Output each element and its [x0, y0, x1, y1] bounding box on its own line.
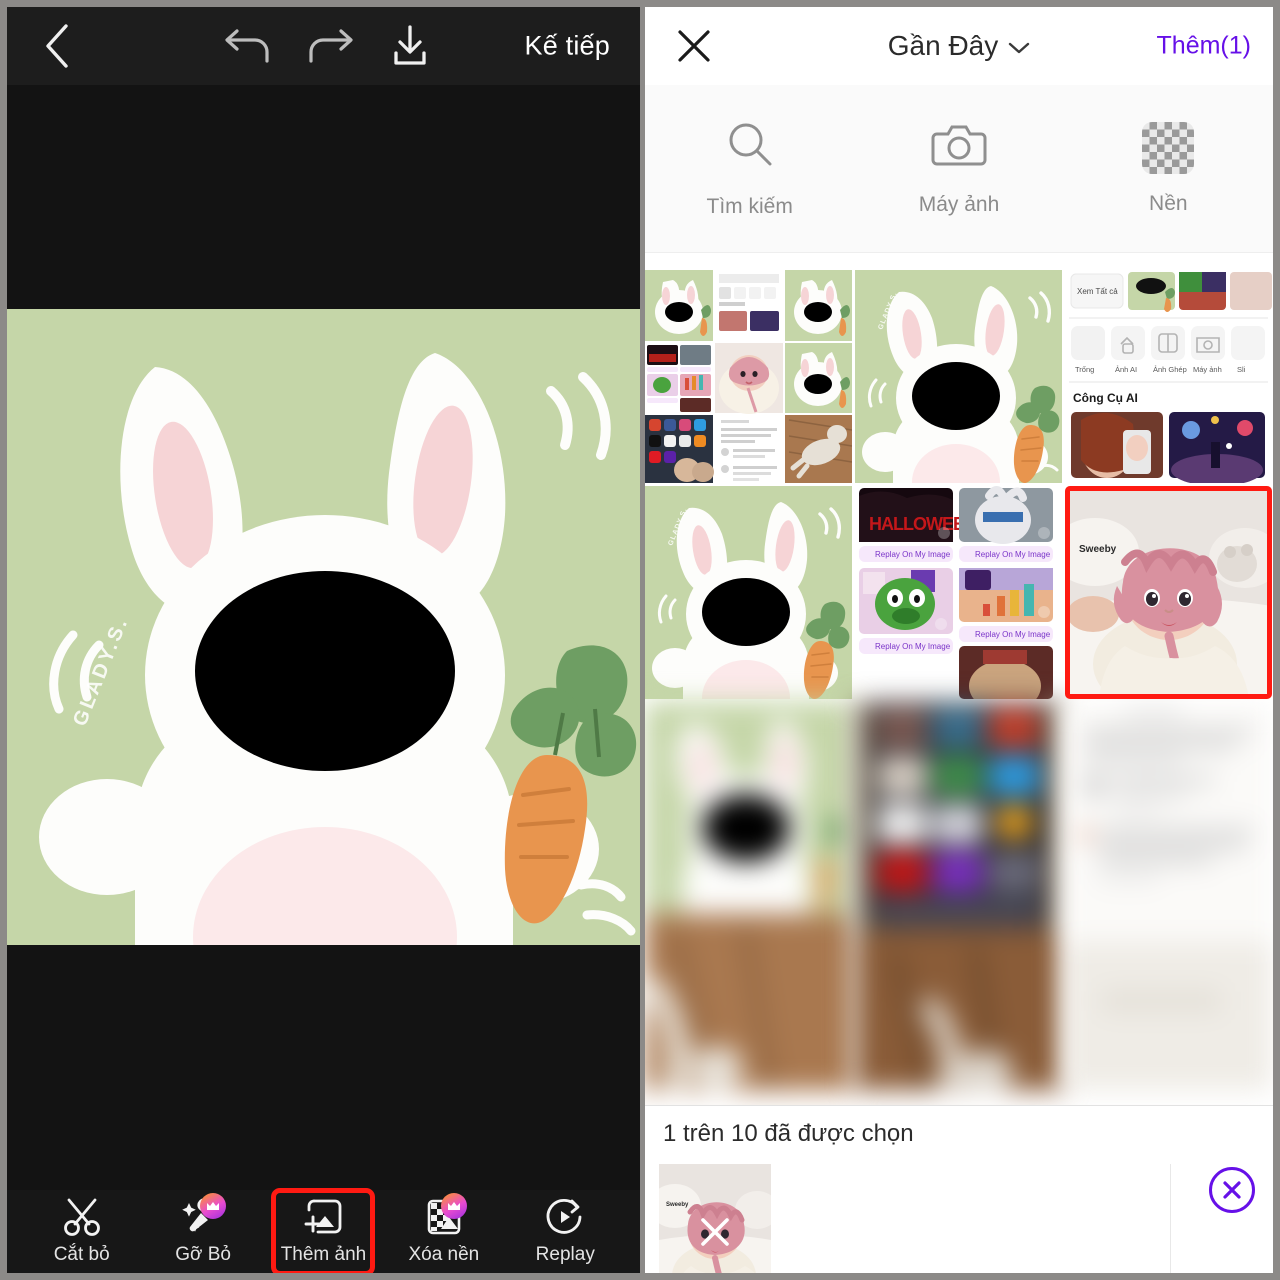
pro-crown-badge — [200, 1193, 227, 1219]
gallery-thumb-bunny-artboard[interactable]: GLADY.S. — [855, 270, 1062, 483]
quick-action-search[interactable]: Tìm kiếm — [645, 118, 854, 219]
gallery-thumb-bunny-artboard-2[interactable]: GLADY.S. — [645, 486, 852, 699]
bunny-illustration — [7, 309, 640, 945]
baby-photo-watermark: Sweeby — [1079, 544, 1117, 555]
gallery-thumb-screenshot-collage-9up[interactable] — [645, 270, 852, 483]
gallery-thumb-baby-photo-selected[interactable]: Sweeby — [1065, 486, 1272, 699]
tool-label: Replay — [535, 1244, 595, 1265]
artboard[interactable]: GLADY.S. — [7, 309, 640, 945]
pro-crown-badge — [440, 1193, 467, 1219]
bunny-thumb-art: GLADY.S. — [855, 270, 1062, 483]
tool-go-bo[interactable]: Gỡ Bỏ — [150, 1193, 256, 1271]
undo-arrow-icon[interactable] — [217, 22, 279, 70]
replay-templates-thumb-art: HALLOWEEN Replay On My Image Replay On M… — [855, 486, 1062, 699]
svg-text:Sli: Sli — [1237, 365, 1246, 374]
tool-them-anh[interactable]: Thêm ảnh — [271, 1187, 376, 1273]
redo-arrow-icon[interactable] — [299, 22, 361, 70]
svg-text:Replay On My Image: Replay On My Image — [875, 550, 951, 559]
selected-thumb[interactable]: Sweeby — [659, 1164, 771, 1273]
tool-label: Thêm ảnh — [280, 1244, 367, 1265]
svg-text:Sweeby: Sweeby — [666, 1202, 689, 1208]
photo-picker-panel: Gần Đây Thêm(1) Tìm kiếm Máy ảnh Nền GLA… — [645, 7, 1273, 1273]
see-all-text: Xem Tất cả — [1077, 287, 1118, 296]
gallery-row — [645, 702, 1273, 1090]
gallery-thumb-ai-tools-screenshot[interactable]: Xem Tất cả Trống Ảnh AI Ảnh Ghép Máy ảnh… — [1065, 270, 1272, 483]
svg-text:Replay On My Image: Replay On My Image — [875, 642, 951, 651]
scissors-icon — [59, 1197, 105, 1237]
remove-bg-icon — [421, 1193, 467, 1237]
blurred-bunny-thumb-art — [645, 702, 852, 1090]
camera-icon — [931, 120, 987, 175]
quick-action-camera[interactable]: Máy ảnh — [854, 120, 1063, 217]
gallery-thumb-document-blurred[interactable] — [1065, 702, 1272, 1090]
gallery-thumb-bunny-blurred[interactable] — [645, 702, 852, 1090]
selection-bar: 1 trên 10 đã được chọn Sweeby — [645, 1105, 1273, 1273]
editor-canvas-area[interactable]: GLADY.S. — [7, 85, 640, 1190]
chevron-down-icon[interactable] — [1008, 30, 1030, 62]
remove-x-icon[interactable] — [698, 1215, 732, 1249]
editor-panel: Kế tiếp GLADY.S. Cắt bỏ Gỡ Bỏ Thêm ảnh X… — [7, 7, 640, 1273]
blurred-document-thumb-art — [1065, 702, 1272, 1090]
gallery-row: GLADY.S. Xem Tất cả Trống Ảnh AI Ảnh Ghé… — [645, 270, 1273, 483]
replay-icon — [542, 1197, 588, 1237]
tool-label: Xóa nền — [408, 1244, 480, 1265]
gallery-thumb-phone-homescreen-blurred[interactable] — [855, 702, 1062, 1090]
search-icon — [723, 118, 777, 177]
svg-text:Replay On My Image: Replay On My Image — [975, 550, 1051, 559]
bunny-thumb-art-2: GLADY.S. — [645, 486, 852, 699]
close-circle-icon[interactable] — [1209, 1166, 1255, 1213]
ai-tools-thumb-art: Xem Tất cả Trống Ảnh AI Ảnh Ghép Máy ảnh… — [1065, 270, 1272, 483]
tool-cat-bo[interactable]: Cắt bỏ — [29, 1193, 135, 1271]
gallery-thumb-replay-templates-screenshot[interactable]: HALLOWEEN Replay On My Image Replay On M… — [855, 486, 1062, 699]
add-count-button[interactable]: Thêm(1) — [1157, 32, 1251, 61]
picker-title-label: Gần Đây — [887, 30, 999, 61]
tool-label: Gỡ Bỏ — [175, 1244, 231, 1265]
svg-text:Máy ảnh: Máy ảnh — [1193, 365, 1222, 374]
svg-text:Ảnh AI: Ảnh AI — [1115, 365, 1137, 374]
blurred-homescreen-thumb-art — [855, 702, 1062, 1090]
svg-text:Ảnh Ghép: Ảnh Ghép — [1153, 365, 1187, 374]
next-button[interactable]: Kế tiếp — [525, 31, 610, 62]
chevron-left-icon[interactable] — [35, 24, 79, 68]
selection-status-text: 1 trên 10 đã được chọn — [663, 1120, 914, 1147]
quick-action-background[interactable]: Nền — [1064, 121, 1273, 216]
app-screenshot: Kế tiếp GLADY.S. Cắt bỏ Gỡ Bỏ Thêm ảnh X… — [0, 0, 1280, 1280]
editor-topbar: Kế tiếp — [7, 7, 640, 85]
magic-eraser-icon — [180, 1193, 227, 1237]
svg-text:Công Cụ AI: Công Cụ AI — [1073, 391, 1138, 405]
photo-gallery-grid[interactable]: GLADY.S. Xem Tất cả Trống Ảnh AI Ảnh Ghé… — [645, 270, 1273, 1105]
editor-tool-dock: Cắt bỏ Gỡ Bỏ Thêm ảnh Xóa nền Replay — [7, 1187, 640, 1273]
add-photo-icon — [300, 1197, 346, 1237]
picker-quick-actions: Tìm kiếm Máy ảnh Nền — [645, 85, 1273, 253]
tool-replay[interactable]: Replay — [512, 1193, 618, 1271]
quick-action-label: Máy ảnh — [918, 193, 1000, 216]
picker-topbar: Gần Đây Thêm(1) — [645, 7, 1273, 85]
download-icon[interactable] — [381, 20, 439, 72]
checkerboard-icon — [1142, 121, 1195, 174]
gallery-row: GLADY.S. HALLOWEEN Replay On My Image Re… — [645, 486, 1273, 699]
tool-label: Cắt bỏ — [53, 1244, 110, 1265]
svg-text:Replay On My Image: Replay On My Image — [975, 630, 1051, 639]
quick-action-label: Tìm kiếm — [706, 195, 793, 218]
baby-photo-thumb-art: Sweeby — [1065, 486, 1272, 699]
tool-xoa-nen[interactable]: Xóa nền — [391, 1193, 497, 1271]
quick-action-label: Nền — [1149, 191, 1188, 215]
selection-divider — [1170, 1164, 1171, 1273]
collage-thumb-art — [645, 270, 852, 483]
svg-text:Trống: Trống — [1075, 365, 1094, 374]
